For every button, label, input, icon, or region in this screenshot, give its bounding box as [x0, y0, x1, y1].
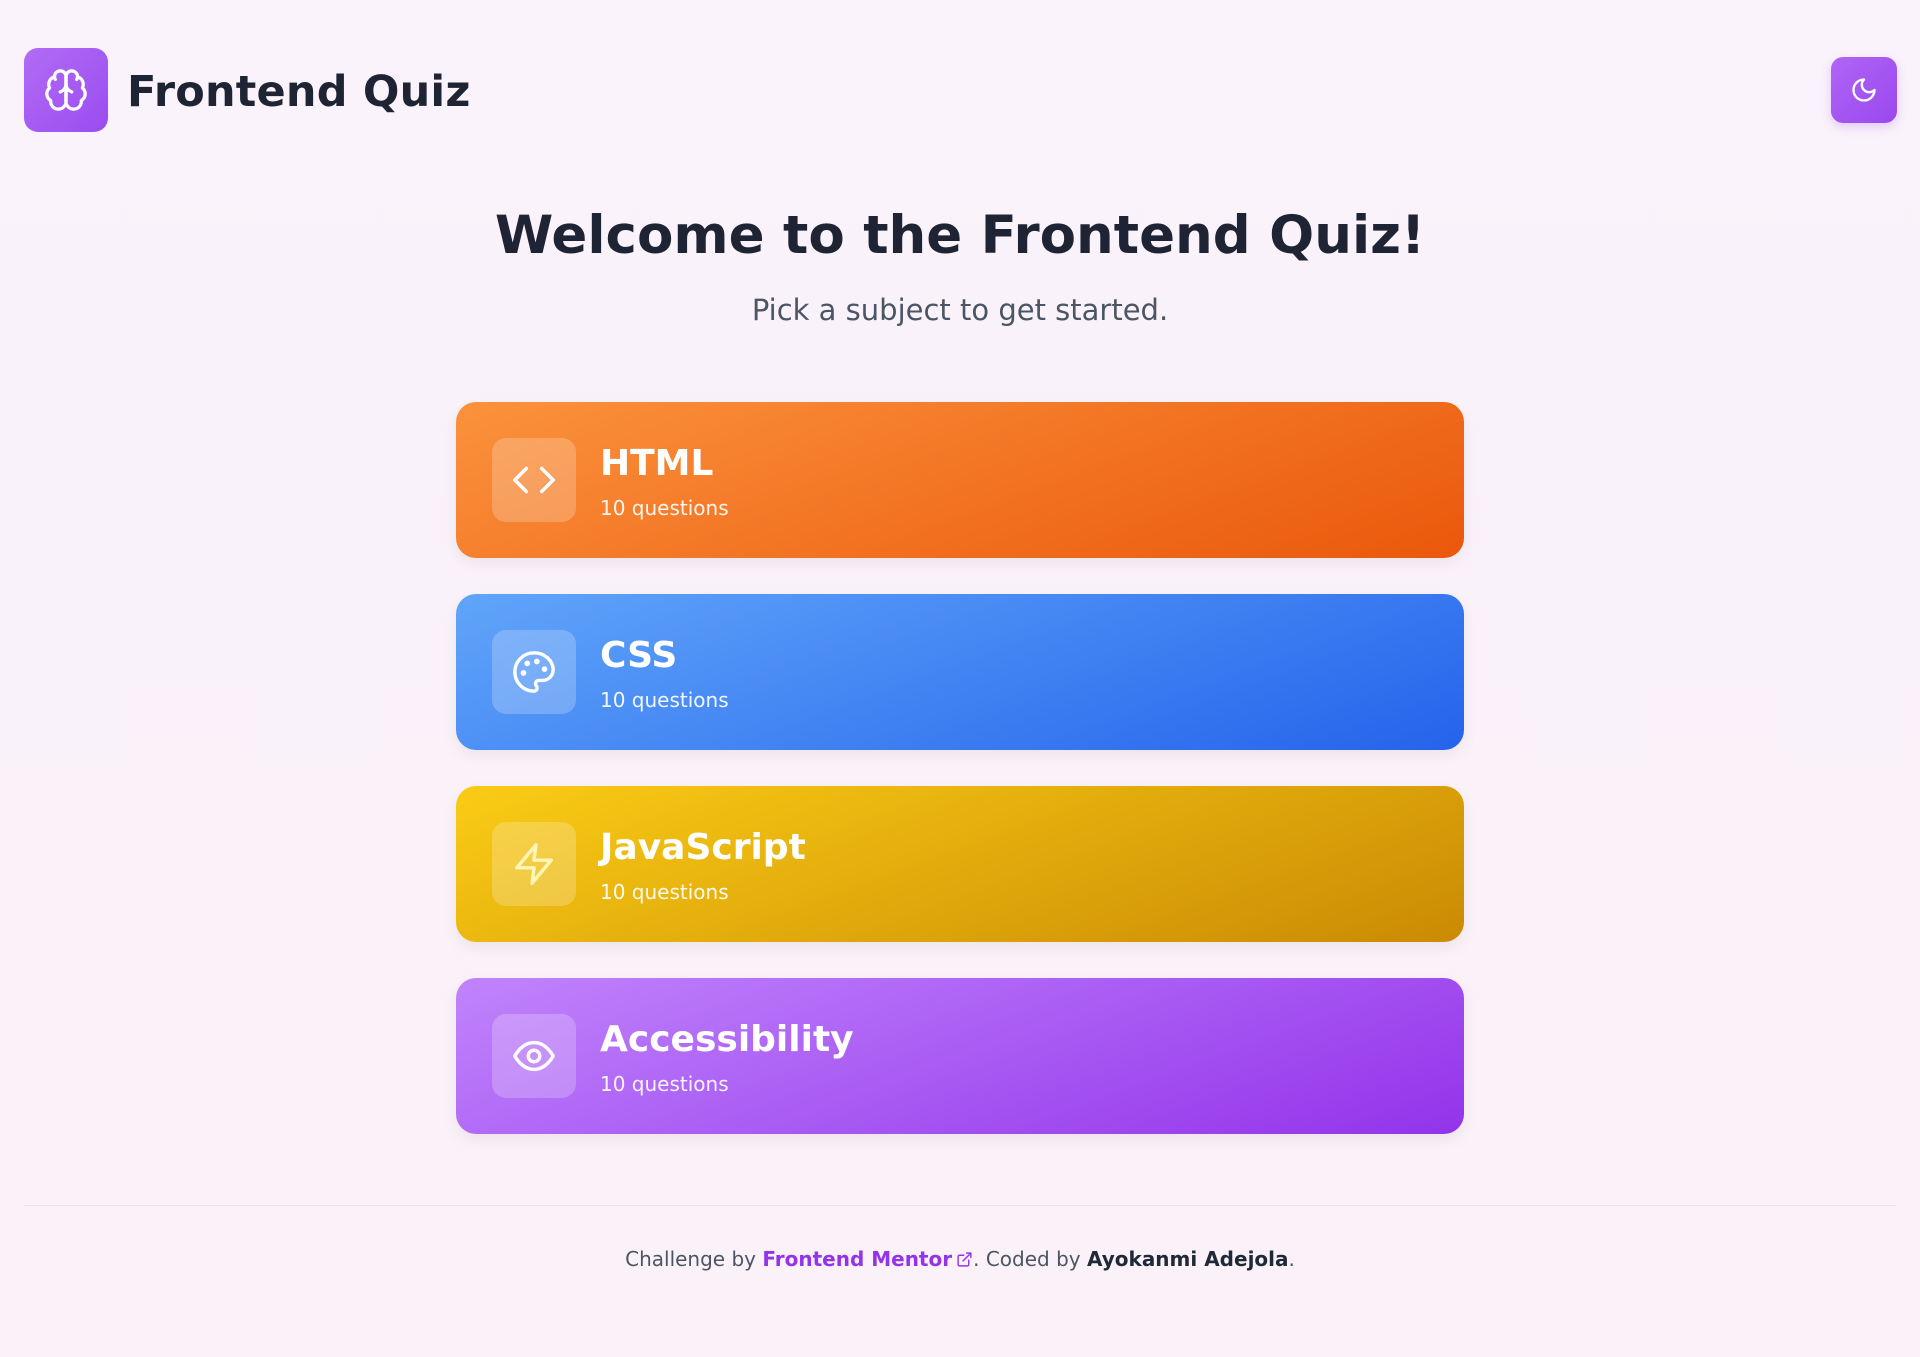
footer-middle: . Coded by — [973, 1247, 1087, 1271]
subject-name: CSS — [600, 635, 678, 676]
subject-question-count: 10 questions — [600, 880, 729, 904]
subject-name: Accessibility — [600, 1019, 854, 1060]
palette-icon — [513, 651, 555, 693]
app-title: Frontend Quiz — [127, 67, 471, 117]
author-name: Ayokanmi Adejola — [1086, 1247, 1289, 1271]
subject-card-javascript[interactable]: JavaScript 10 questions — [456, 786, 1464, 942]
subject-question-count: 10 questions — [600, 1072, 729, 1096]
footer: Challenge by Frontend Mentor . Coded by A… — [0, 1245, 1920, 1273]
moon-icon — [1852, 78, 1876, 102]
lightning-icon — [515, 843, 553, 885]
subject-icon-box — [492, 438, 576, 522]
subject-question-count: 10 questions — [600, 496, 729, 520]
welcome-title: Welcome to the Frontend Quiz! — [494, 205, 1426, 266]
subject-icon-box — [492, 1014, 576, 1098]
subject-name: JavaScript — [600, 827, 806, 868]
brain-icon — [45, 69, 87, 111]
frontend-mentor-link[interactable]: Frontend Mentor — [762, 1247, 973, 1271]
subject-icon-box — [492, 630, 576, 714]
footer-suffix: . — [1288, 1247, 1295, 1271]
footer-divider — [24, 1205, 1896, 1206]
footer-prefix: Challenge by — [625, 1247, 763, 1271]
external-link-icon — [957, 1252, 972, 1267]
subject-card-accessibility[interactable]: Accessibility 10 questions — [456, 978, 1464, 1134]
subject-name: HTML — [600, 443, 714, 484]
subject-question-count: 10 questions — [600, 688, 729, 712]
code-icon — [513, 466, 555, 494]
eye-icon — [513, 1040, 555, 1072]
theme-toggle-button[interactable] — [1831, 57, 1897, 123]
header: Frontend Quiz — [0, 0, 1920, 170]
subject-card-css[interactable]: CSS 10 questions — [456, 594, 1464, 750]
subject-list: HTML 10 questions CSS 10 questions JavaS… — [456, 402, 1464, 1170]
subject-card-html[interactable]: HTML 10 questions — [456, 402, 1464, 558]
frontend-mentor-link-text: Frontend Mentor — [762, 1247, 953, 1271]
logo — [24, 48, 108, 132]
welcome-subtitle: Pick a subject to get started. — [751, 293, 1169, 327]
subject-icon-box — [492, 822, 576, 906]
